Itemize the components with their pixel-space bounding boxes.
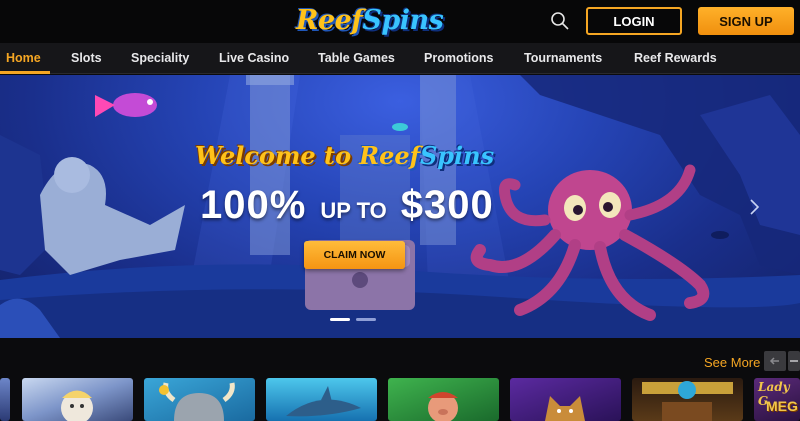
logo-text-reef: Reef [296, 5, 363, 36]
login-button[interactable]: LOGIN [586, 7, 682, 35]
lady-gold-title-b: MEG [766, 398, 798, 414]
hero-welcome-heading: Welcome to ReefSpins [195, 141, 515, 177]
zeus-thumbnail [61, 390, 93, 421]
game-tile-wolf[interactable] [510, 378, 621, 421]
game-tile-scarab[interactable] [632, 378, 743, 421]
search-icon [551, 12, 569, 30]
games-section: See More Lady G MEG [0, 338, 800, 421]
nav-item-table-games[interactable]: Table Games [318, 43, 395, 74]
game-tile-partial-left[interactable] [0, 378, 10, 421]
wolf-thumbnail [545, 396, 585, 421]
nav-item-slots[interactable]: Slots [71, 43, 102, 74]
nav-item-live-casino[interactable]: Live Casino [219, 43, 289, 74]
slide-dot-2[interactable] [356, 318, 376, 321]
pig-thumbnail [428, 392, 458, 421]
hero-offer: 100% UP TO $300 [200, 183, 494, 229]
game-tile-lady-gold[interactable]: Lady G MEG [754, 378, 800, 421]
claim-now-button[interactable]: CLAIM NOW [304, 241, 405, 269]
nav-item-speciality[interactable]: Speciality [131, 43, 189, 74]
main-nav: Home Slots Speciality Live Casino Table … [0, 43, 800, 74]
carousel-prev-button[interactable] [764, 351, 786, 371]
shark-thumbnail [286, 386, 361, 417]
nav-item-promotions[interactable]: Promotions [424, 43, 493, 74]
arrow-left-icon [769, 357, 779, 365]
see-more-link[interactable]: See More [704, 355, 760, 370]
site-logo[interactable]: ReefSpins [296, 4, 444, 38]
offer-up-to: UP TO [320, 198, 387, 223]
casino-page: ReefSpins LOGIN SIGN UP Home Slots Speci… [0, 0, 800, 421]
game-tile-shark[interactable] [266, 378, 377, 421]
chevron-right-icon [750, 199, 760, 215]
game-tile-pig[interactable] [388, 378, 499, 421]
search-button[interactable] [548, 9, 572, 33]
offer-amount: $300 [400, 183, 494, 227]
scarab-thumbnail [642, 381, 733, 421]
logo-text-spins: Spins [362, 5, 444, 36]
arrow-right-icon [790, 360, 798, 362]
welcome-brand-spins: Spins [419, 141, 495, 170]
top-header: ReefSpins LOGIN SIGN UP [0, 0, 800, 43]
signup-button[interactable]: SIGN UP [698, 7, 794, 35]
offer-percent: 100% [200, 183, 307, 227]
nav-item-reef-rewards[interactable]: Reef Rewards [634, 43, 717, 74]
welcome-brand-reef: Reef [359, 141, 420, 170]
nav-item-home[interactable]: Home [6, 43, 41, 74]
viking-thumbnail [159, 382, 235, 421]
carousel-next-button[interactable] [788, 351, 800, 371]
slide-dot-1[interactable] [330, 318, 350, 321]
nav-active-indicator [0, 71, 50, 74]
hero-next-arrow[interactable] [744, 195, 764, 219]
hero-banner[interactable]: Welcome to ReefSpins 100% UP TO $300 CLA… [0, 75, 800, 338]
game-tile-viking[interactable] [144, 378, 255, 421]
welcome-prefix-text: Welcome to [195, 141, 352, 170]
nav-item-tournaments[interactable]: Tournaments [524, 43, 602, 74]
game-tile-zeus[interactable] [22, 378, 133, 421]
slide-indicators [330, 318, 380, 322]
